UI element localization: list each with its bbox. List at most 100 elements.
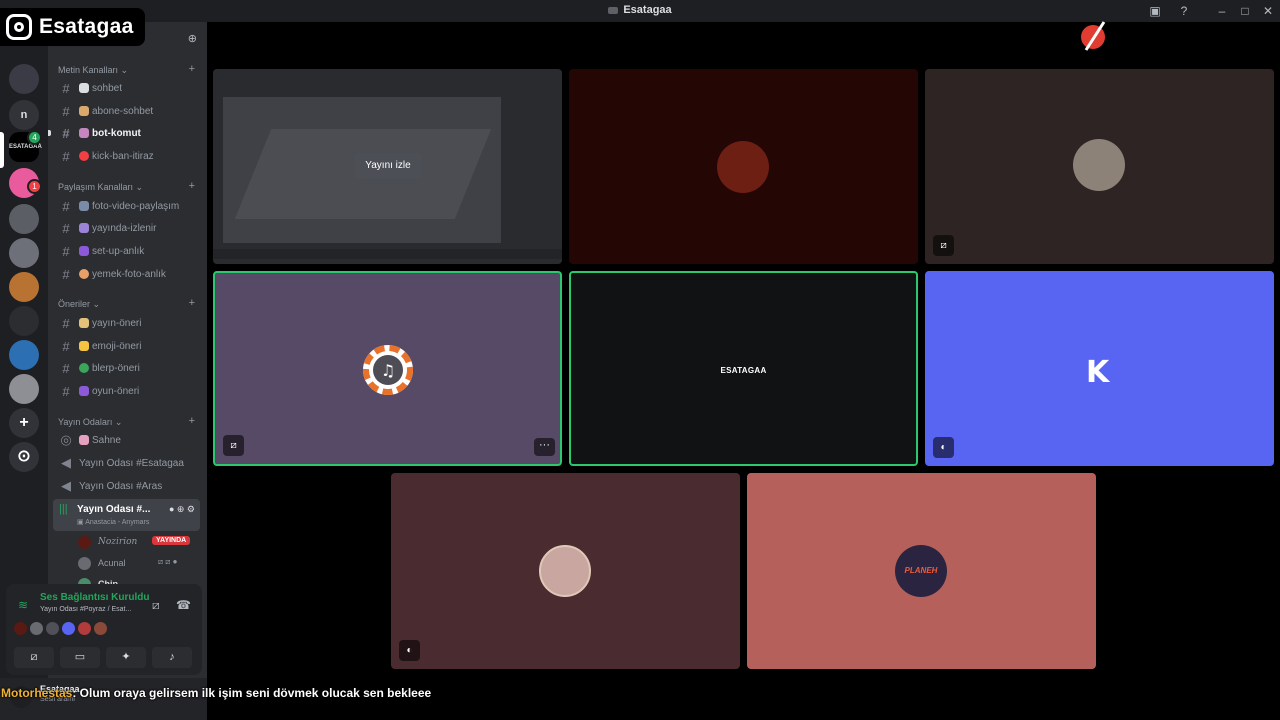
- server-badge-icon: [608, 6, 619, 14]
- music-bot-avatar: ♫: [363, 345, 413, 395]
- streamer-watermark: Esatagaa: [0, 8, 145, 46]
- channel-emoji-oneri[interactable]: # emoji-öneri: [60, 337, 141, 355]
- signal-icon[interactable]: ≋: [18, 598, 28, 612]
- voice-channel-aras[interactable]: ◀ Yayın Odası #Aras: [60, 477, 162, 495]
- category-paylasim[interactable]: Paylaşım Kanalları ⌄: [58, 182, 143, 193]
- voice-connection-panel: ≋ Ses Bağlantısı Kuruldu Yayın Odası #Po…: [6, 584, 202, 675]
- participant-avatar: [14, 622, 27, 635]
- channel-yemek-foto[interactable]: # yemek-foto-anlık: [60, 265, 166, 283]
- server-icon-4[interactable]: [9, 204, 39, 234]
- participant-avatar: [62, 622, 75, 635]
- voice-user-acunal[interactable]: Acunal: [78, 555, 126, 571]
- esatagaa-badge: 4: [27, 130, 42, 145]
- noise-suppression-icon[interactable]: ⧄: [152, 598, 160, 613]
- user-status-icons: ⧄ ⧄ ●: [158, 557, 178, 566]
- participant-avatar: [46, 622, 59, 635]
- server-icon-5[interactable]: [9, 238, 39, 268]
- participant-tile-nozirion[interactable]: [569, 69, 918, 264]
- participant-tile-anime[interactable]: ◐: [391, 473, 740, 669]
- planeh-label: PLANEH: [904, 566, 938, 575]
- add-channel-icon[interactable]: +: [189, 180, 195, 192]
- channel-bot-komut[interactable]: # bot-komut: [60, 124, 141, 142]
- channel-yayinda-izlenir[interactable]: # yayında-izlenir: [60, 219, 156, 237]
- add-channel-icon[interactable]: +: [189, 63, 195, 75]
- participant-avatar: [30, 622, 43, 635]
- participant-avatar: [717, 141, 769, 193]
- channel-blerp-oneri[interactable]: # blerp-öneri: [60, 359, 139, 377]
- server-icon-7[interactable]: [9, 306, 39, 336]
- voice-active-icon: |||: [59, 503, 68, 515]
- server-icon-6[interactable]: [9, 272, 39, 302]
- corner-logo-icon: [1081, 21, 1106, 51]
- voice-channel-actions[interactable]: ● ⊕ ⚙: [169, 504, 195, 515]
- help-icon[interactable]: ?: [1176, 3, 1192, 19]
- soundboard-button[interactable]: ♪: [152, 647, 192, 668]
- participant-avatar: [539, 545, 591, 597]
- voice-activity: ▣ Anastacia - Anymars: [77, 519, 150, 526]
- channel-kick-ban-itiraz[interactable]: # kick-ban-itiraz: [60, 147, 153, 165]
- selected-server-pill: [0, 132, 4, 168]
- camera-off-button[interactable]: ⧄: [14, 647, 54, 668]
- watermark-text: Esatagaa: [39, 15, 134, 38]
- participant-tile-kick[interactable]: K ◐: [925, 271, 1274, 466]
- close-icon[interactable]: ✕: [1260, 3, 1276, 19]
- channel-sohbet[interactable]: # sohbet: [60, 79, 122, 97]
- camera-off-icon: ⧄: [223, 435, 244, 456]
- category-yayin-odalari[interactable]: Yayın Odaları ⌄: [58, 417, 122, 428]
- more-options-button[interactable]: ···: [534, 438, 555, 456]
- disconnect-icon[interactable]: ☎: [176, 598, 191, 612]
- active-voice-name: Yayın Odası #...: [77, 504, 151, 515]
- voice-channel-esatagaa[interactable]: ◀ Yayın Odası #Esatagaa: [60, 454, 184, 472]
- stream-taskbar: [213, 249, 562, 259]
- channel-yayin-oneri[interactable]: # yayın-öneri: [60, 314, 141, 332]
- channel-foto-video[interactable]: # foto-video-paylaşım: [60, 197, 179, 215]
- explore-icon[interactable]: ⊙: [9, 442, 39, 472]
- participant-tile-esatagaa[interactable]: ESATAGAA: [569, 271, 918, 466]
- server-icon-1[interactable]: [9, 64, 39, 94]
- participant-tile-planeh[interactable]: PLANEH: [747, 473, 1096, 669]
- server-icon-9[interactable]: [9, 374, 39, 404]
- voice-participant-avatars: [14, 622, 107, 635]
- watch-stream-button[interactable]: Yayını izle: [355, 153, 421, 179]
- stream-tile[interactable]: Yayını izle: [213, 69, 562, 264]
- camera-off-icon: ⧄: [933, 235, 954, 256]
- voice-user-nozirion[interactable]: Nozirion: [78, 534, 137, 550]
- add-channel-icon[interactable]: +: [189, 415, 195, 427]
- participant-tile-music-bot[interactable]: ♫ ⧄ ···: [213, 271, 562, 466]
- speaker-icon: ◀: [61, 455, 71, 470]
- stage-channel-sahne[interactable]: ◎ Sahne: [60, 431, 121, 449]
- deafened-icon: ◐: [933, 437, 954, 458]
- active-voice-channel[interactable]: ||| Yayın Odası #... ● ⊕ ⚙ ▣ Anastacia -…: [53, 499, 200, 531]
- maximize-icon[interactable]: □: [1237, 3, 1253, 19]
- unread-dot: [48, 130, 51, 136]
- add-member-icon[interactable]: ⊕: [188, 32, 197, 45]
- channel-abone-sohbet[interactable]: # abone-sohbet: [60, 102, 153, 120]
- speaker-icon: ◀: [61, 478, 71, 493]
- channel-set-up-anlik[interactable]: # set-up-anlık: [60, 242, 144, 260]
- server-icon-8[interactable]: [9, 340, 39, 370]
- chat-overlay-message: Motorhestas: Olum oraya gelirsem ilk işi…: [1, 684, 431, 702]
- participant-tile-2[interactable]: ⧄: [925, 69, 1274, 264]
- channel-oyun-oneri[interactable]: # oyun-öneri: [60, 382, 139, 400]
- chat-text: : Olum oraya gelirsem ilk işim seni dövm…: [72, 686, 432, 700]
- voice-channel-path: Yayın Odası #Poyraz / Esat...: [40, 606, 132, 613]
- add-channel-icon[interactable]: +: [189, 297, 195, 309]
- instagram-icon: [6, 14, 32, 40]
- server-icon-n[interactable]: n: [9, 100, 39, 130]
- add-server-icon[interactable]: +: [9, 408, 39, 438]
- category-oneriler[interactable]: Öneriler ⌄: [58, 299, 100, 310]
- title-bar: Esatagaa ▣ ? – □ ✕: [0, 0, 1280, 22]
- screen-share-button[interactable]: ▭: [60, 647, 100, 668]
- svg-text:♫: ♫: [381, 361, 395, 380]
- window-title: Esatagaa: [0, 4, 1280, 16]
- live-badge: YAYINDA: [152, 536, 191, 545]
- inbox-icon[interactable]: ▣: [1147, 3, 1163, 19]
- activities-button[interactable]: ✦: [106, 647, 146, 668]
- stage-icon: ◎: [60, 432, 72, 447]
- minimize-icon[interactable]: –: [1214, 3, 1230, 19]
- participant-avatar: [94, 622, 107, 635]
- category-metin[interactable]: Metin Kanalları ⌄: [58, 65, 128, 76]
- voice-status[interactable]: Ses Bağlantısı Kuruldu: [40, 592, 149, 603]
- kick-logo-icon: K: [1086, 355, 1110, 390]
- participant-avatar: [1073, 139, 1125, 191]
